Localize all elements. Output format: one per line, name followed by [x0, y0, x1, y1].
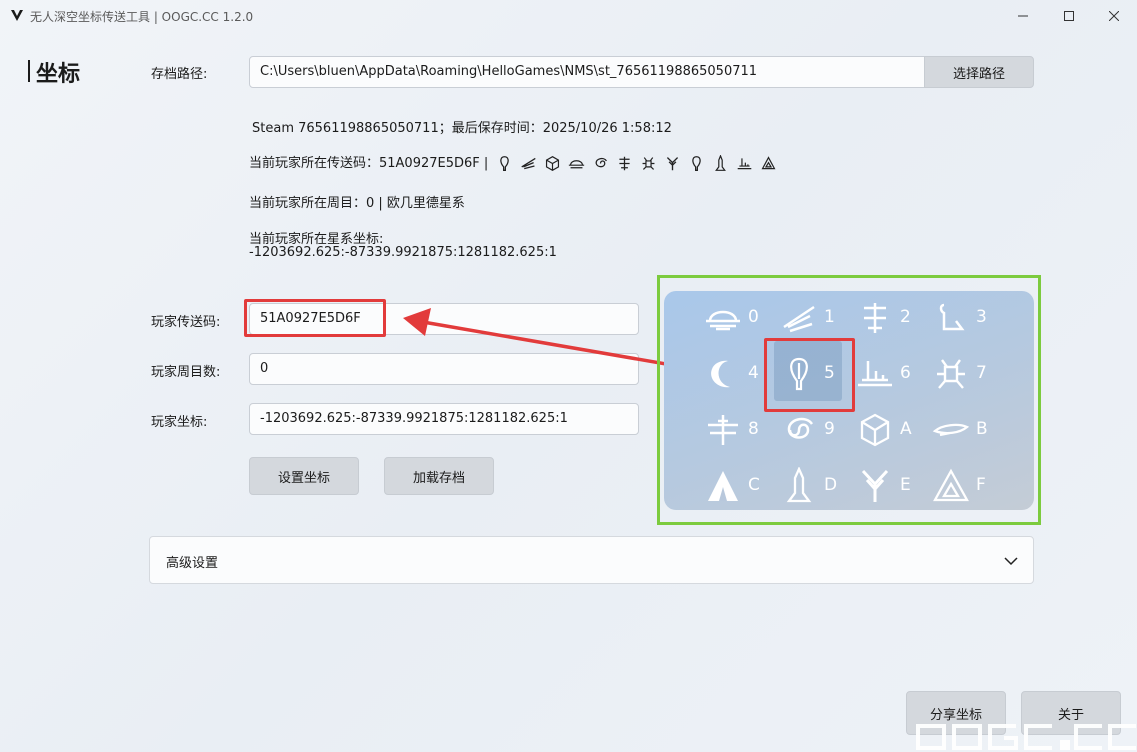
- minimize-button[interactable]: [1000, 0, 1046, 32]
- player-galaxy-label: 玩家周目数:: [151, 365, 221, 380]
- chevron-down-icon: [1004, 557, 1018, 566]
- boat-glyph-icon: [738, 158, 752, 170]
- maximize-icon: [1064, 11, 1074, 21]
- glyph-key-9: 9: [824, 419, 835, 439]
- glyph-key-C: C: [748, 475, 760, 495]
- galaxy-glyph-icon: [596, 157, 608, 168]
- save-path-input[interactable]: C:\Users\bluen\AppData\Roaming\HelloGame…: [249, 56, 929, 88]
- galaxy-glyph-icon: [787, 417, 814, 439]
- glyph-key-0: 0: [748, 307, 759, 327]
- player-portal-label: 玩家传送码:: [151, 315, 221, 330]
- balloon-glyph-icon: [692, 156, 702, 171]
- nav-accent-bar: [28, 60, 30, 82]
- glyph-key-B: B: [976, 419, 988, 439]
- glyph-key-1: 1: [824, 307, 835, 327]
- current-portal-line: 当前玩家所在传送码：51A0927E5D6F |: [249, 152, 777, 172]
- glyph-key-F: F: [976, 475, 986, 495]
- bird-glyph-icon: [521, 157, 537, 170]
- atlas-glyph-icon: [761, 156, 776, 170]
- glyph-button-F[interactable]: F: [912, 459, 1004, 513]
- title-bar: 无人深空坐标传送工具 | OOGC.CC 1.2.0: [0, 0, 1137, 32]
- bug-glyph-icon: [642, 157, 655, 170]
- current-galaxy-line: 当前玩家所在周目：0 | 欧几里德星系: [249, 196, 465, 211]
- glyph-button-3[interactable]: 3: [912, 291, 1004, 345]
- save-path-label: 存档路径:: [151, 67, 208, 82]
- rocket-glyph-icon: [715, 155, 727, 171]
- advanced-settings-label: 高级设置: [166, 556, 219, 571]
- portal-glyph-sequence: [496, 155, 777, 172]
- current-coord-value: -1203692.625:-87339.9921875:1281182.625:…: [249, 245, 557, 260]
- advanced-settings-expander[interactable]: 高级设置: [149, 536, 1034, 584]
- app-logo-icon: [11, 10, 23, 21]
- set-coord-button[interactable]: 设置坐标: [249, 457, 359, 495]
- sunset-glyph-icon: [569, 160, 585, 169]
- glyph-key-E: E: [900, 475, 911, 495]
- boat-glyph-icon: [858, 361, 892, 387]
- selected-glyph-highlight-box: [764, 338, 855, 412]
- face-glyph-icon: [619, 156, 631, 171]
- glyph-key-7: 7: [976, 363, 987, 383]
- bug-glyph-icon: [937, 359, 965, 389]
- close-icon: [1109, 11, 1119, 21]
- select-path-button[interactable]: 选择路径: [924, 56, 1034, 88]
- window-title: 无人深空坐标传送工具 | OOGC.CC 1.2.0: [30, 10, 254, 24]
- voxel-glyph-icon: [546, 156, 560, 171]
- portal-highlight-box: [244, 299, 386, 337]
- tree-glyph-icon: [667, 157, 679, 171]
- glyph-key-A: A: [900, 419, 912, 439]
- glyph-key-2: 2: [900, 307, 911, 327]
- player-coord-label: 玩家坐标:: [151, 415, 208, 430]
- fish-glyph-icon: [932, 423, 970, 437]
- sunset-glyph-icon: [706, 310, 740, 331]
- oogc-watermark-logo: [916, 724, 1136, 750]
- bird-glyph-icon: [783, 305, 815, 333]
- glyph-key-6: 6: [900, 363, 911, 383]
- voxel-glyph-icon: [860, 413, 890, 447]
- glyph-button-B[interactable]: B: [912, 403, 1004, 457]
- face-glyph-icon: [864, 303, 886, 333]
- glyph-key-3: 3: [976, 307, 987, 327]
- close-button[interactable]: [1091, 0, 1137, 32]
- current-portal-label: 当前玩家所在传送码：51A0927E5D6F |: [249, 156, 489, 171]
- eclipse-glyph-icon: [711, 360, 730, 388]
- player-coord-input[interactable]: -1203692.625:-87339.9921875:1281182.625:…: [249, 403, 639, 435]
- maximize-button[interactable]: [1046, 0, 1092, 32]
- glyph-key-4: 4: [748, 363, 759, 383]
- minimize-icon: [1018, 15, 1028, 17]
- dragonfly-glyph-icon: [708, 415, 738, 445]
- tent-glyph-icon: [708, 471, 738, 501]
- page-title: 坐标: [36, 62, 81, 87]
- glyph-key-8: 8: [748, 419, 759, 439]
- steam-info: Steam 76561198865050711；最后保存时间：2025/10/2…: [252, 121, 672, 136]
- glyph-button-7[interactable]: 7: [912, 347, 1004, 401]
- load-save-button[interactable]: 加载存档: [384, 457, 494, 495]
- atlas-glyph-icon: [933, 468, 969, 502]
- tree-glyph-icon: [861, 469, 889, 502]
- diplo-glyph-icon: [939, 303, 965, 331]
- balloon-glyph-icon: [500, 156, 510, 171]
- rocket-glyph-icon: [786, 467, 812, 503]
